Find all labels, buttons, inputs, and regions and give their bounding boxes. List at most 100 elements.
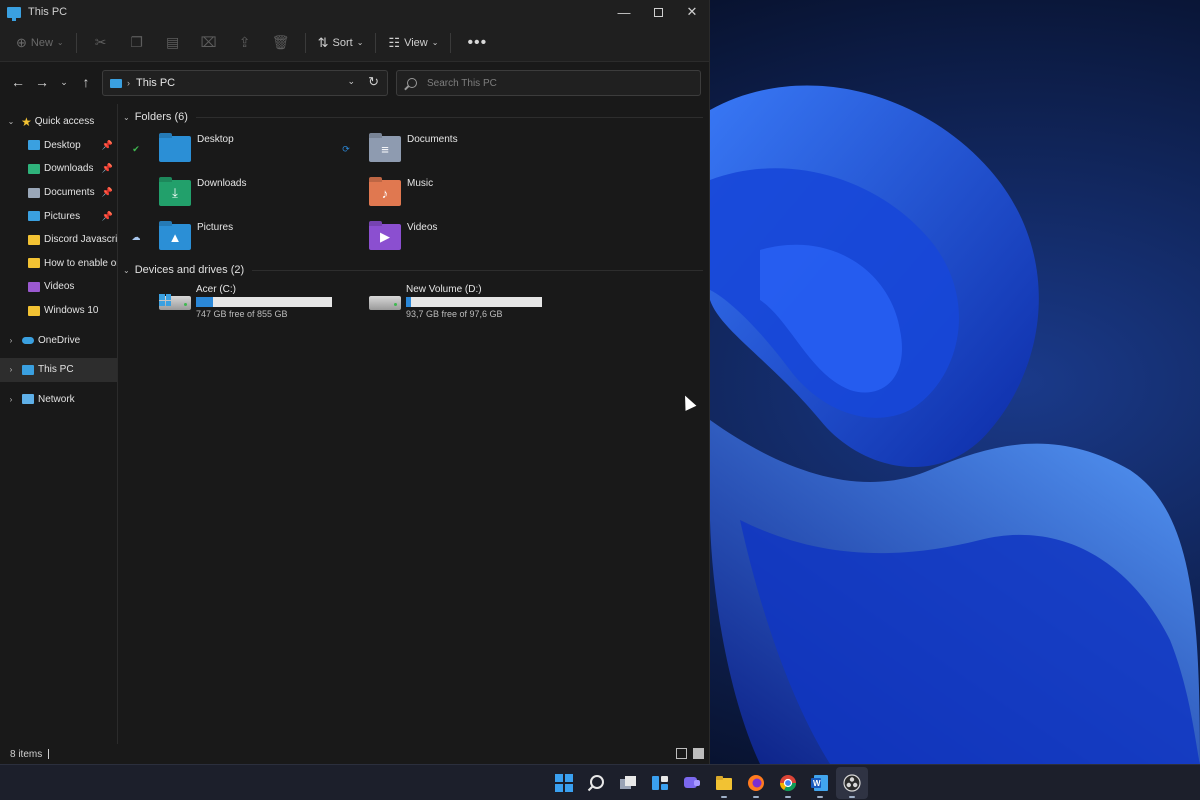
see-more-button[interactable]: ••• xyxy=(457,34,497,52)
sidebar-item-discord-javascript[interactable]: Discord Javascript xyxy=(0,228,117,252)
pin-icon[interactable]: 📌 xyxy=(102,140,113,151)
tiles-view-icon[interactable] xyxy=(693,748,704,759)
title-bar[interactable]: This PC — ✕ xyxy=(0,0,709,24)
address-dropdown-button[interactable]: ⌄ xyxy=(347,76,355,87)
sidebar-item-label: This PC xyxy=(38,364,74,376)
sidebar-item-label: Videos xyxy=(44,281,75,293)
status-bar: 8 items xyxy=(0,744,710,764)
chevron-down-icon: ⌄ xyxy=(123,112,130,122)
drive-free-space: 93,7 GB free of 97,6 GB xyxy=(406,309,503,319)
chevron-down-icon: ⌄ xyxy=(56,38,64,47)
obs-icon[interactable] xyxy=(836,767,868,799)
chevron-down-icon: ⌄ xyxy=(123,265,130,275)
separator xyxy=(375,32,377,53)
chevron-right-icon: › xyxy=(127,78,130,88)
up-button[interactable]: ↑ xyxy=(74,70,98,94)
sidebar-item-windows-10[interactable]: Windows 10 xyxy=(0,299,117,323)
sidebar-item-how-to-enable-or-d[interactable]: How to enable or d xyxy=(0,252,117,276)
chat-icon[interactable] xyxy=(676,767,708,799)
sort-label: Sort xyxy=(332,36,353,49)
pin-icon[interactable]: 📌 xyxy=(102,163,113,174)
address-bar[interactable]: › This PC ⌄ ↻ xyxy=(102,70,388,96)
widgets-icon[interactable] xyxy=(644,767,676,799)
chevron-down-icon: ⌄ xyxy=(431,38,439,47)
drive-tile[interactable]: New Volume (D:) 93,7 GB free of 97,6 GB xyxy=(369,284,542,319)
folders-group-header[interactable]: ⌄ Folders (6) xyxy=(123,111,703,123)
sidebar-item-downloads[interactable]: Downloads 📌 xyxy=(0,157,117,181)
this-pc-icon xyxy=(110,78,122,88)
view-icon: ☷ xyxy=(388,34,401,50)
sidebar-item-label: OneDrive xyxy=(38,334,81,346)
music-folder-icon: ♪ xyxy=(369,180,401,206)
divider xyxy=(195,116,703,118)
videos-folder-icon xyxy=(28,281,40,292)
folder-tile-desktop[interactable]: ✔ Desktop xyxy=(132,134,234,162)
desktop-folder-icon xyxy=(28,140,40,151)
cut-icon[interactable]: ✂ xyxy=(83,29,119,57)
delete-icon[interactable]: 🗑 xyxy=(263,29,299,57)
refresh-button[interactable]: ↻ xyxy=(368,74,379,90)
view-label: View xyxy=(404,36,428,49)
new-button[interactable]: ⊕ New ⌄ xyxy=(10,29,70,57)
sidebar-item-label: Pictures xyxy=(44,210,81,222)
hard-drive-icon xyxy=(369,296,401,310)
word-icon[interactable]: W xyxy=(804,767,836,799)
taskbar: W xyxy=(0,764,1200,800)
plus-circle-icon: ⊕ xyxy=(16,34,27,50)
breadcrumb[interactable]: This PC xyxy=(136,77,175,89)
folder-tile-downloads[interactable]: ⤓ Downloads xyxy=(159,178,246,206)
sidebar-item-this-pc[interactable]: › This PC xyxy=(0,357,117,382)
recent-locations-button[interactable]: ⌄ xyxy=(54,70,74,94)
search-input[interactable] xyxy=(427,77,687,89)
sort-icon: ⇅ xyxy=(317,34,329,50)
file-explorer-icon[interactable] xyxy=(708,767,740,799)
sidebar-item-label: Documents xyxy=(44,187,95,199)
firefox-icon[interactable] xyxy=(740,767,772,799)
sidebar-item-label: Network xyxy=(38,393,75,405)
folder-name: Documents xyxy=(407,134,458,145)
folder-tile-videos[interactable]: ▶ Videos xyxy=(369,222,437,250)
back-button[interactable]: ← xyxy=(6,70,30,94)
pin-icon[interactable]: 📌 xyxy=(102,211,113,222)
drives-group-header[interactable]: ⌄ Devices and drives (2) xyxy=(123,264,703,276)
sidebar-item-label: Discord Javascript xyxy=(44,234,117,246)
task-view-icon[interactable] xyxy=(612,767,644,799)
divider xyxy=(252,269,703,271)
chrome-icon[interactable] xyxy=(772,767,804,799)
forward-button[interactable]: → xyxy=(30,70,54,94)
pin-icon[interactable]: 📌 xyxy=(102,187,113,198)
details-view-icon[interactable] xyxy=(676,748,687,759)
sidebar-item-network[interactable]: › Network xyxy=(0,388,117,412)
copy-icon[interactable]: ❐ xyxy=(119,29,155,57)
sidebar-item-pictures[interactable]: Pictures 📌 xyxy=(0,204,117,228)
close-button[interactable]: ✕ xyxy=(675,0,709,24)
windows-logo-icon xyxy=(159,294,171,306)
folder-tile-music[interactable]: ♪ Music xyxy=(369,178,433,206)
sync-pending-icon: ⟳ xyxy=(342,143,350,154)
share-icon[interactable]: ⇪ xyxy=(227,29,263,57)
minimize-button[interactable]: — xyxy=(607,0,641,24)
rename-icon[interactable]: ⌧ xyxy=(191,29,227,57)
hard-drive-icon xyxy=(159,294,191,310)
folder-tile-pictures[interactable]: ☁ ▲ Pictures xyxy=(132,222,233,250)
sort-button[interactable]: ⇅ Sort ⌄ xyxy=(312,29,370,57)
search-box[interactable] xyxy=(396,70,701,96)
paste-icon[interactable]: ▤ xyxy=(155,29,191,57)
view-button[interactable]: ☷ View ⌄ xyxy=(382,29,444,57)
pictures-folder-icon: ▲ xyxy=(159,224,191,250)
documents-folder-icon xyxy=(28,187,40,198)
sidebar-item-quick-access[interactable]: ⌄ ★ Quick access xyxy=(0,110,117,134)
onedrive-icon xyxy=(22,336,34,344)
sidebar-item-desktop[interactable]: Desktop 📌 xyxy=(0,134,117,158)
folder-tile-documents[interactable]: ⟳ ≡ Documents xyxy=(342,134,458,162)
downloads-folder-icon: ⤓ xyxy=(159,180,191,206)
search-icon[interactable] xyxy=(580,767,612,799)
drive-tile[interactable]: Acer (C:) 747 GB free of 855 GB xyxy=(159,284,332,319)
start-icon[interactable] xyxy=(548,767,580,799)
maximize-button[interactable] xyxy=(641,0,675,24)
sidebar-item-label: Windows 10 xyxy=(44,305,99,317)
sidebar-item-videos[interactable]: Videos xyxy=(0,275,117,299)
sidebar-item-onedrive[interactable]: › OneDrive xyxy=(0,328,117,352)
separator xyxy=(450,32,452,53)
sidebar-item-documents[interactable]: Documents 📌 xyxy=(0,181,117,205)
